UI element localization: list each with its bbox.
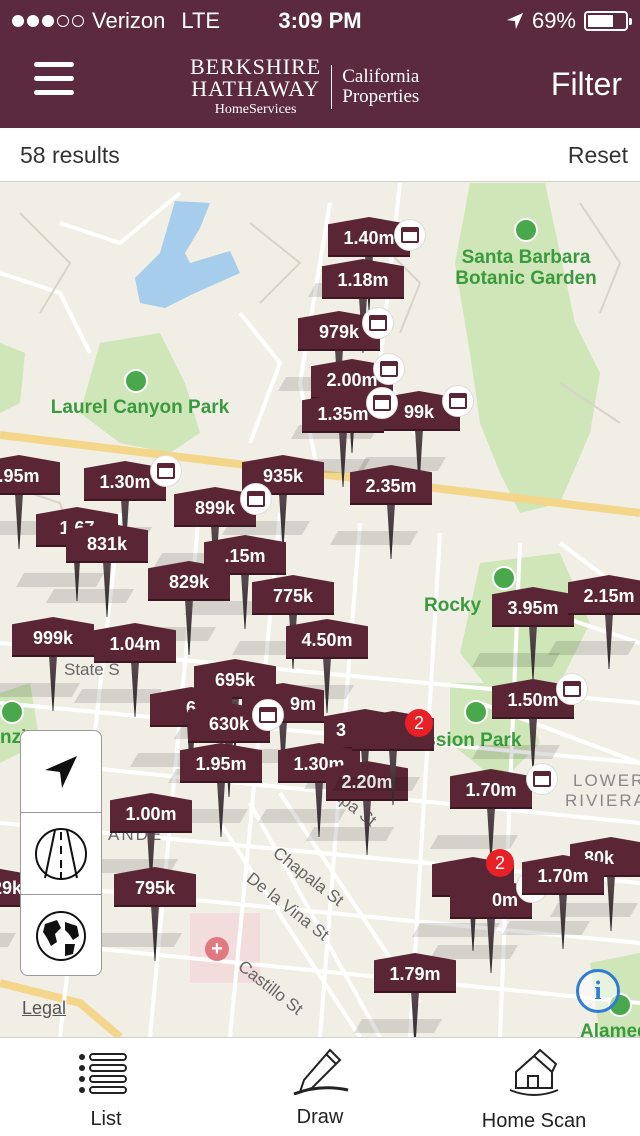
tab-draw[interactable]: Draw bbox=[230, 1038, 410, 1136]
poi-laurel-canyon-park[interactable]: Laurel Canyon Park bbox=[40, 397, 240, 418]
tab-list[interactable]: List bbox=[16, 1038, 196, 1136]
open-house-calendar-icon bbox=[259, 707, 277, 723]
open-house-calendar-icon bbox=[401, 227, 419, 243]
road-icon bbox=[35, 827, 87, 880]
list-icon bbox=[79, 1053, 127, 1094]
battery-percent: 69% bbox=[531, 8, 576, 33]
listing-pin[interactable]: 3.95m bbox=[471, 587, 574, 683]
brand-line3: HomeServices bbox=[214, 102, 297, 117]
tab-draw-label: Draw bbox=[296, 1106, 344, 1128]
reset-button[interactable]: Reset bbox=[568, 142, 628, 169]
globe-icon bbox=[36, 911, 86, 961]
poi-botanic-garden[interactable]: Santa Barbara Botanic Garden bbox=[446, 247, 606, 290]
map-view[interactable]: Santa Barbara Botanic Garden Laurel Canyo… bbox=[0, 183, 640, 1037]
park-icon-mission bbox=[464, 700, 488, 724]
listing-pin[interactable]: 1.50m bbox=[471, 673, 588, 775]
hospital-icon: + bbox=[205, 937, 229, 961]
listing-pin[interactable]: 831k bbox=[45, 523, 148, 619]
info-button[interactable]: i bbox=[576, 969, 620, 1013]
tab-home-scan[interactable]: Home Scan bbox=[444, 1038, 624, 1136]
home-scan-icon bbox=[509, 1048, 559, 1096]
menu-button[interactable] bbox=[34, 62, 74, 100]
open-house-calendar-icon bbox=[247, 491, 265, 507]
location-arrow-icon bbox=[45, 755, 77, 788]
poi-alameda[interactable]: Alameda bbox=[580, 1021, 640, 1037]
brand-line1: BERKSHIRE bbox=[190, 54, 322, 79]
hamburger-icon bbox=[34, 62, 74, 67]
area-lower-riviera: LOWER RIVIERA bbox=[565, 771, 640, 811]
open-house-calendar-icon bbox=[533, 771, 551, 787]
location-arrow-icon bbox=[506, 12, 524, 30]
listing-pin[interactable]: 1.79m bbox=[353, 953, 456, 1037]
status-bar: Verizon LTE 3:09 PM 69% bbox=[0, 0, 640, 40]
park-icon-laurel bbox=[124, 369, 148, 393]
brand-line2: HATHAWAY bbox=[191, 76, 321, 101]
open-house-calendar-icon bbox=[373, 395, 391, 411]
brand-region-line2: Properties bbox=[342, 85, 420, 107]
listing-pin[interactable]: 1.70m bbox=[501, 855, 604, 951]
tab-list-label: List bbox=[90, 1108, 122, 1130]
top-bar: Verizon LTE 3:09 PM 69% BERKSHIRE HATHAW… bbox=[0, 0, 640, 128]
satellite-view-button[interactable] bbox=[21, 895, 101, 975]
open-house-calendar-icon bbox=[380, 361, 398, 377]
park-icon-botanic bbox=[514, 218, 538, 242]
listing-pin[interactable]: 2.15m bbox=[547, 575, 640, 671]
brand-divider bbox=[331, 64, 333, 109]
brand-region-line1: California bbox=[342, 65, 420, 87]
results-bar: 58 results Reset bbox=[0, 128, 640, 182]
open-house-calendar-icon bbox=[369, 315, 387, 331]
listing-pin[interactable]: 1.95m bbox=[159, 743, 262, 839]
legal-link[interactable]: Legal bbox=[22, 998, 66, 1019]
tab-home-scan-label: Home Scan bbox=[481, 1110, 587, 1132]
map-controls bbox=[20, 730, 102, 976]
status-right: 69% bbox=[506, 8, 632, 34]
listing-pin[interactable]: 2.35m bbox=[329, 465, 432, 561]
current-location-button[interactable] bbox=[21, 731, 101, 813]
poi-rocky[interactable]: Rocky bbox=[424, 595, 481, 616]
battery-icon bbox=[584, 11, 632, 31]
cluster-badge[interactable]: 2 bbox=[486, 849, 514, 877]
open-house-calendar-icon bbox=[563, 681, 581, 697]
brand-logo: BERKSHIRE HATHAWAY HomeServices Californ… bbox=[190, 56, 419, 117]
pencil-draw-icon bbox=[293, 1048, 349, 1096]
results-count: 58 results bbox=[20, 142, 120, 168]
map-mode-button[interactable] bbox=[21, 813, 101, 895]
tab-bar: List Draw Home Scan bbox=[0, 1037, 640, 1136]
open-house-calendar-icon bbox=[157, 463, 175, 479]
cluster-badge[interactable]: 2 bbox=[405, 709, 433, 737]
open-house-calendar-icon bbox=[449, 393, 467, 409]
filter-button[interactable]: Filter bbox=[551, 66, 622, 103]
listing-pin[interactable]: 795k bbox=[93, 867, 196, 963]
